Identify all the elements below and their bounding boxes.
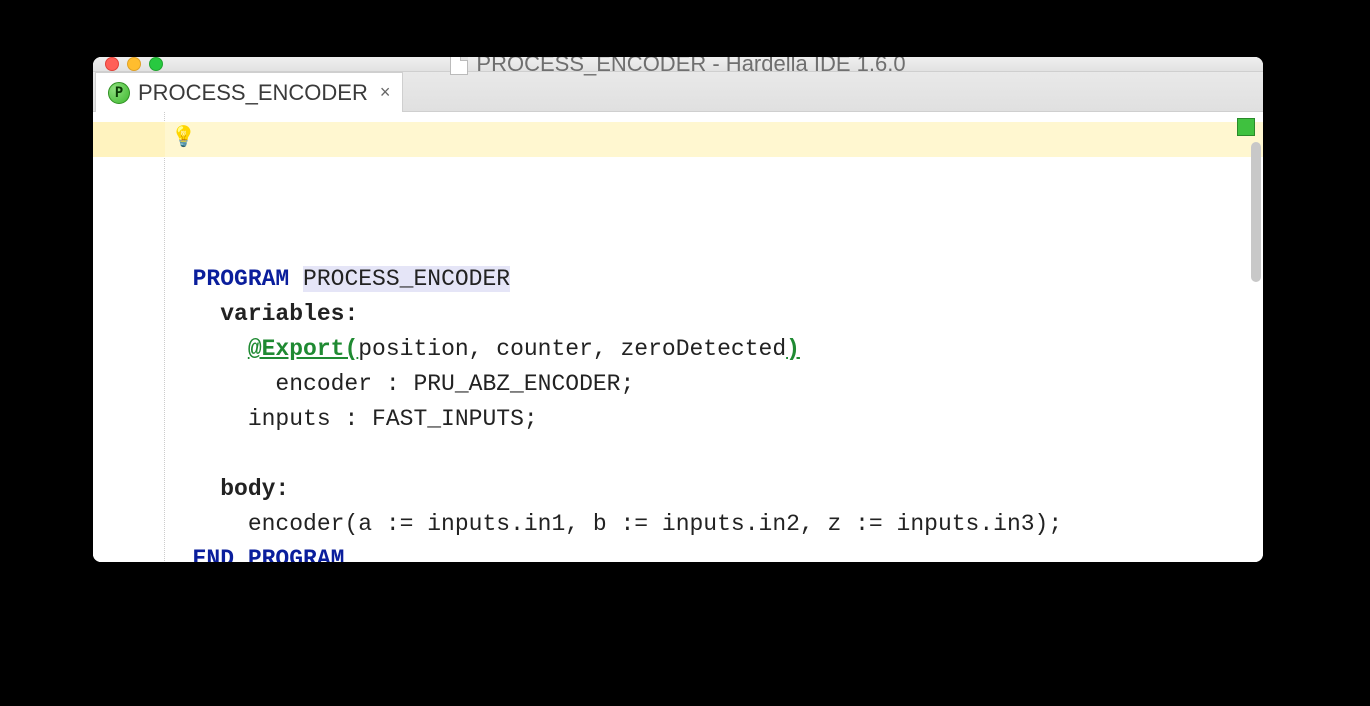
gutter-highlight — [93, 122, 165, 157]
export-args: position, counter, zeroDetected — [358, 336, 786, 362]
tab-label: PROCESS_ENCODER — [138, 80, 368, 106]
variable-encoder: encoder : PRU_ABZ_ENCODER; — [275, 371, 634, 397]
body-line: encoder(a := inputs.in1, b := inputs.in2… — [248, 511, 1062, 537]
vertical-scrollbar[interactable] — [1251, 142, 1261, 282]
tab-process-encoder[interactable]: P PROCESS_ENCODER × — [95, 72, 403, 112]
titlebar[interactable]: PROCESS_ENCODER - Hardella IDE 1.6.0 — [93, 57, 1263, 72]
keyword-end-program: END_PROGRAM — [193, 546, 345, 562]
tab-bar: P PROCESS_ENCODER × — [93, 72, 1263, 112]
annotation-export-close: ) — [786, 336, 800, 362]
minimize-window-button[interactable] — [127, 57, 141, 71]
analysis-status-indicator[interactable] — [1237, 118, 1255, 136]
lightbulb-icon[interactable]: 💡 — [171, 124, 196, 149]
code-content: PROGRAM PROCESS_ENCODER variables: @Expo… — [165, 262, 1263, 562]
section-body: body: — [220, 476, 289, 502]
editor-area[interactable]: 💡 PROGRAM PROCESS_ENCODER variables: @Ex… — [93, 112, 1263, 562]
program-badge-icon: P — [108, 82, 130, 104]
keyword-program: PROGRAM — [193, 266, 290, 292]
close-tab-icon[interactable]: × — [380, 82, 391, 103]
annotation-export-open: @Export( — [248, 336, 358, 362]
traffic-lights — [105, 57, 163, 71]
zoom-window-button[interactable] — [149, 57, 163, 71]
gutter — [93, 112, 165, 562]
variable-inputs: inputs : FAST_INPUTS; — [248, 406, 538, 432]
close-window-button[interactable] — [105, 57, 119, 71]
program-name: PROCESS_ENCODER — [303, 266, 510, 292]
ide-window: PROCESS_ENCODER - Hardella IDE 1.6.0 P P… — [93, 57, 1263, 562]
code-editor[interactable]: PROGRAM PROCESS_ENCODER variables: @Expo… — [165, 112, 1263, 562]
section-variables: variables: — [220, 301, 358, 327]
